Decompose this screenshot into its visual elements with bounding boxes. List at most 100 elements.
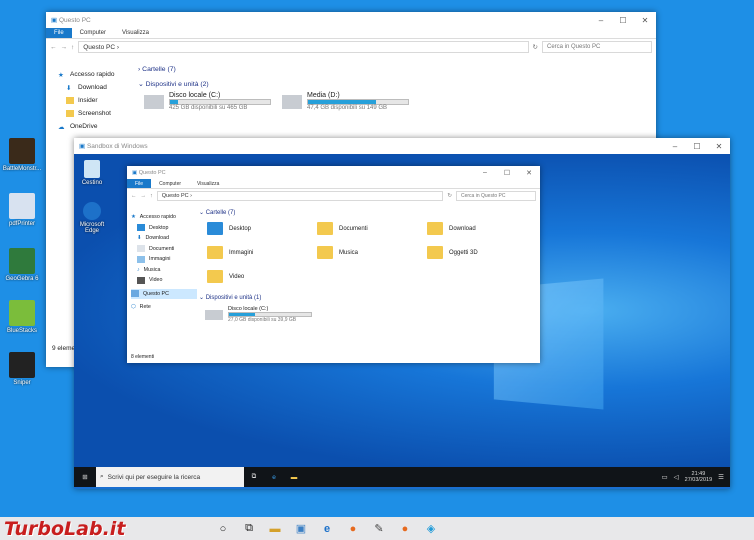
- sniper-icon: [9, 352, 35, 378]
- refresh-icon[interactable]: ↻: [447, 193, 452, 199]
- folders-section-header[interactable]: ⌄ Cartelle (7): [199, 209, 235, 216]
- tab-file[interactable]: File: [127, 179, 152, 188]
- video-folder-icon: [207, 270, 223, 283]
- maximize-button[interactable]: ☐: [496, 169, 518, 177]
- taskbar-search[interactable]: ⌕ Scrivi qui per eseguire la ricerca: [96, 467, 244, 487]
- desktop-icon[interactable]: pdfPrinter: [2, 193, 42, 227]
- back-icon[interactable]: ←: [50, 44, 57, 51]
- tab-computer[interactable]: Computer: [72, 28, 114, 38]
- maximize-button[interactable]: ☐: [612, 16, 634, 25]
- nav-label: Accesso rapido: [139, 214, 176, 221]
- forward-icon[interactable]: →: [141, 193, 147, 199]
- folder-item[interactable]: Documenti: [317, 222, 368, 235]
- folder-item[interactable]: Video: [207, 270, 244, 283]
- close-button[interactable]: ✕: [708, 142, 730, 151]
- drive-free: 425 GB disponibili su 465 GB: [169, 105, 248, 111]
- network-icon[interactable]: ▭: [661, 473, 667, 481]
- address-bar[interactable]: Questo PC ›: [156, 191, 444, 201]
- up-icon[interactable]: ↑: [150, 193, 153, 199]
- edge-desktop-icon[interactable]: Microsoft Edge: [74, 202, 110, 234]
- nav-item[interactable]: Documenti: [131, 244, 197, 255]
- folders-section-header[interactable]: › Cartelle (7): [138, 66, 176, 73]
- drive-c[interactable]: Disco locale (C:) 27,0 GB disponibili su …: [205, 306, 312, 323]
- section-label: Cartelle (7): [205, 210, 236, 216]
- search-input[interactable]: Cerca in Questo PC: [542, 41, 652, 53]
- firefox-icon[interactable]: ●: [340, 517, 366, 540]
- folder-item[interactable]: Download: [427, 222, 476, 235]
- edge-icon[interactable]: e: [314, 517, 340, 540]
- tab-computer[interactable]: Computer: [151, 179, 189, 188]
- window-title: Questo PC: [58, 16, 91, 24]
- sandbox-icon[interactable]: ◈: [418, 517, 444, 540]
- folder-item[interactable]: Oggetti 3D: [427, 246, 478, 259]
- search-input[interactable]: Cerca in Questo PC: [456, 191, 536, 201]
- up-icon[interactable]: ↑: [71, 44, 74, 51]
- drive-d[interactable]: Media (D:) 47,4 GB disponibili su 149 GB: [282, 92, 409, 111]
- folder-item[interactable]: Desktop: [207, 222, 251, 235]
- cortana-icon[interactable]: ○: [210, 517, 236, 540]
- nav-item[interactable]: ♪ Musica: [131, 265, 197, 276]
- desktop-icon[interactable]: BattleMonstr...: [2, 138, 42, 172]
- close-button[interactable]: ✕: [634, 16, 656, 25]
- minimize-button[interactable]: –: [474, 169, 496, 177]
- nav-item-download[interactable]: ⬇ Download: [58, 81, 114, 94]
- recycle-bin-icon[interactable]: Cestino: [74, 160, 110, 186]
- explorer-icon[interactable]: ▬: [262, 517, 288, 540]
- tab-view[interactable]: Visualizza: [114, 28, 157, 38]
- close-button[interactable]: ✕: [518, 169, 540, 177]
- folder-item[interactable]: Musica: [317, 246, 358, 259]
- nav-item[interactable]: ★ Accesso rapido: [131, 212, 197, 223]
- documents-folder-icon: [317, 222, 333, 235]
- nav-item[interactable]: ⬇ Download: [131, 233, 197, 244]
- network-icon: ⬡: [131, 304, 136, 311]
- devices-section-header[interactable]: ⌄ Dispositivi e unità (2): [138, 80, 209, 88]
- desktop-icon[interactable]: Sniper: [2, 352, 42, 386]
- folder-item[interactable]: Immagini: [207, 246, 253, 259]
- desktop-icon[interactable]: BlueStacks: [2, 300, 42, 334]
- watermark-text: TurboLab.it: [4, 517, 126, 540]
- drive-free: 47,4 GB disponibili su 149 GB: [307, 105, 388, 111]
- nav-item[interactable]: Desktop: [131, 223, 197, 234]
- task-view-icon[interactable]: ⧉: [244, 473, 264, 481]
- desktop-icon[interactable]: GeoGebra 6: [2, 248, 42, 282]
- task-view-icon[interactable]: ⧉: [236, 517, 262, 540]
- refresh-icon[interactable]: ↻: [533, 43, 538, 51]
- nav-item-onedrive[interactable]: ☁ OneDrive: [58, 120, 114, 133]
- music-folder-icon: [317, 246, 333, 259]
- nav-item-quick-access[interactable]: ★ Accesso rapido: [58, 68, 114, 81]
- back-icon[interactable]: ←: [131, 193, 137, 199]
- maximize-button[interactable]: ☐: [686, 142, 708, 151]
- folder-label: Video: [229, 273, 245, 280]
- drive-c[interactable]: Disco locale (C:) 425 GB disponibili su 4…: [144, 92, 271, 111]
- tab-file[interactable]: File: [46, 28, 72, 38]
- drive-name: Media (D:): [307, 92, 340, 99]
- volume-icon[interactable]: ◁: [674, 473, 679, 481]
- edge-icon[interactable]: e: [264, 474, 284, 481]
- notification-icon[interactable]: ☰: [718, 473, 724, 481]
- bluestacks-icon: [9, 300, 35, 326]
- firefox-icon[interactable]: ●: [392, 517, 418, 540]
- minimize-button[interactable]: –: [590, 16, 612, 25]
- nav-item[interactable]: ⬡ Rete: [131, 302, 197, 313]
- start-icon[interactable]: ⊞: [74, 473, 96, 481]
- search-icon: ⌕: [100, 473, 104, 480]
- pictures-folder-icon: [207, 246, 223, 259]
- control-panel-icon[interactable]: ▣: [288, 517, 314, 540]
- paint-icon[interactable]: ✎: [366, 517, 392, 540]
- nav-item-screenshot[interactable]: Screenshot: [58, 107, 114, 120]
- nav-item-insider[interactable]: Insider: [58, 94, 114, 107]
- address-bar[interactable]: Questo PC ›: [78, 41, 529, 53]
- devices-section-header[interactable]: ⌄ Dispositivi e unità (1): [199, 294, 261, 301]
- computer-icon: [131, 290, 139, 298]
- forward-icon[interactable]: →: [61, 44, 68, 51]
- 3d-objects-folder-icon: [427, 246, 443, 259]
- address-path: Questo PC: [83, 43, 116, 51]
- nav-item[interactable]: Immagini: [131, 254, 197, 265]
- minimize-button[interactable]: –: [664, 142, 686, 151]
- nav-item-selected[interactable]: Questo PC: [131, 288, 197, 299]
- tab-view[interactable]: Visualizza: [189, 179, 227, 188]
- desktop-icon-label: Sniper: [13, 380, 31, 386]
- nav-item[interactable]: Video: [131, 275, 197, 286]
- explorer-icon[interactable]: ▬: [284, 474, 304, 481]
- host-taskbar: TurboLab.it ○ ⧉ ▬ ▣ e ● ✎ ● ◈: [0, 517, 754, 540]
